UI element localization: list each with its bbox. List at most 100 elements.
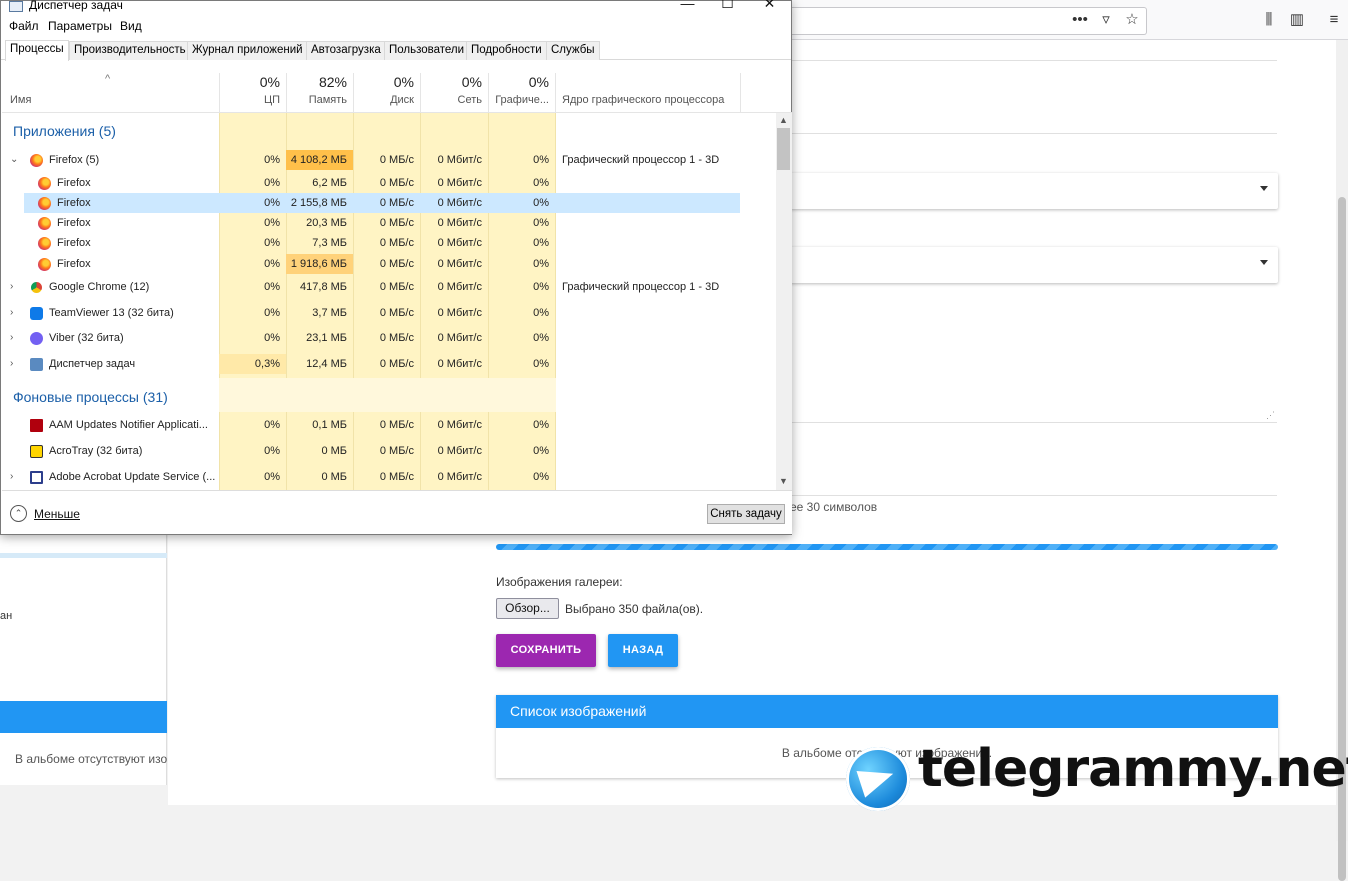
cpu-value: 0% [264,471,280,483]
table-row[interactable]: AAM Updates Notifier Applicati... 0% 0,1… [2,415,742,435]
network-value: 0 Мбит/с [437,177,482,189]
col-network[interactable]: 0% Сеть [420,73,488,113]
pocket-icon[interactable]: ▿ [1097,11,1115,29]
table-row[interactable]: › TeamViewer 13 (32 бита) 0% 3,7 МБ 0 МБ… [2,303,742,323]
minimize-button[interactable]: — [665,0,710,13]
expand-chevron-icon[interactable]: › [10,328,13,348]
scroll-up-icon[interactable]: ▲ [779,115,788,125]
resize-grip-icon[interactable]: ⋰ [1266,410,1275,421]
paper-plane-icon [856,760,898,798]
viber-icon [30,332,43,345]
tab-services[interactable]: Службы [546,41,600,60]
expand-chevron-icon[interactable]: › [10,277,13,297]
gpu-value: 0% [533,419,549,431]
table-row[interactable]: › Adobe Acrobat Update Service (... 0% 0… [2,467,742,487]
gpu-engine-value: Графический процессор 1 - 3D [562,281,720,293]
table-row[interactable]: › Диспетчер задач 0,3% 12,4 МБ 0 МБ/с 0 … [2,354,742,374]
expand-chevron-icon[interactable]: › [10,354,13,374]
process-name: Firefox [57,177,91,189]
save-button[interactable]: СОХРАНИТЬ [496,634,596,667]
acrotray-icon [30,445,43,458]
process-name: Firefox [57,237,91,249]
end-task-button[interactable]: Снять задачу [707,504,785,524]
fewer-details-link[interactable]: Меньше [34,507,80,521]
disk-value: 0 МБ/с [379,419,414,431]
tab-startup[interactable]: Автозагрузка [306,41,386,60]
table-row[interactable]: Firefox 0% 20,3 МБ 0 МБ/с 0 Мбит/с 0% [2,213,742,233]
back-button[interactable]: НАЗАД [608,634,678,667]
tab-app-history[interactable]: Журнал приложений [187,41,308,60]
table-row[interactable]: Firefox 0% 6,2 МБ 0 МБ/с 0 Мбит/с 0% [2,173,742,193]
table-row[interactable]: AcroTray (32 бита) 0% 0 МБ 0 МБ/с 0 Мбит… [2,441,742,461]
input-underline [790,495,1277,496]
tab-details[interactable]: Подробности [466,41,547,60]
memory-total: 82% [318,74,347,90]
expand-chevron-icon[interactable]: ⌄ [10,150,18,170]
network-value: 0 Мбит/с [437,154,482,166]
col-gpu[interactable]: 0% Графиче... [488,73,555,113]
group-separator [219,378,556,412]
browse-button[interactable]: Обзор... [496,598,559,619]
more-actions-icon[interactable]: ••• [1071,11,1089,29]
field-hint: ее 30 символов [790,500,878,514]
menu-options[interactable]: Параметры [48,19,112,33]
gpu-value: 0% [533,154,549,166]
adobe-icon [30,419,43,432]
telegram-logo-icon [846,747,910,811]
table-row-selected[interactable]: Firefox 0% 2 155,8 МБ 0 МБ/с 0 Мбит/с 0% [24,193,740,213]
cpu-value: 0% [264,237,280,249]
gpu-label: Графиче... [495,94,549,106]
process-name: Google Chrome (12) [49,281,150,293]
sidebar-icon[interactable]: ▥ [1288,11,1306,29]
memory-value: 20,3 МБ [306,217,347,229]
left-panel-empty-text: В альбоме отсутствуют изо [15,752,167,766]
page-scrollbar[interactable] [1336,40,1348,881]
menu-file[interactable]: Файл [9,19,39,33]
process-list[interactable]: Приложения (5) ⌄ Firefox (5) 0% 4 108,2 … [2,113,776,490]
col-memory[interactable]: 82% Память [286,73,353,113]
scrollbar-thumb[interactable] [777,128,790,170]
process-list-scrollbar[interactable]: ▲ ▼ [776,113,792,490]
menu-view[interactable]: Вид [120,19,142,33]
cpu-total: 0% [259,74,280,90]
left-panel-strip [0,553,167,558]
process-name: Adobe Acrobat Update Service (... [49,471,215,483]
network-value: 0 Мбит/с [437,281,482,293]
gpu-value: 0% [533,445,549,457]
select-dropdown-1[interactable] [790,173,1278,209]
group-background: Фоновые процессы (31) [13,389,168,405]
cpu-value: 0% [264,258,280,270]
expand-chevron-icon[interactable]: › [10,467,13,487]
close-button[interactable]: ✕ [747,0,792,13]
col-cpu[interactable]: 0% ЦП [219,73,286,113]
cpu-value: 0% [264,177,280,189]
bookmark-star-icon[interactable]: ☆ [1123,11,1141,29]
firefox-icon [38,258,51,271]
tab-users[interactable]: Пользователи [384,41,470,60]
col-name[interactable]: Имя [10,94,31,106]
table-row[interactable]: ⌄ Firefox (5) 0% 4 108,2 МБ 0 МБ/с 0 Мби… [2,150,742,170]
gpu-value: 0% [533,177,549,189]
network-value: 0 Мбит/с [437,217,482,229]
col-disk[interactable]: 0% Диск [353,73,420,113]
table-row[interactable]: › Google Chrome (12) 0% 417,8 МБ 0 МБ/с … [2,277,742,297]
table-row[interactable]: › Viber (32 бита) 0% 23,1 МБ 0 МБ/с 0 Мб… [2,328,742,348]
tab-processes[interactable]: Процессы [5,40,69,61]
library-icon[interactable]: ⫼ [1260,11,1278,29]
col-gpu-engine[interactable] [555,73,740,113]
tab-performance[interactable]: Производительность [69,41,191,60]
scroll-down-icon[interactable]: ▼ [779,476,788,486]
textarea-underline [790,422,1277,423]
select-dropdown-2[interactable] [790,247,1278,283]
title-bar[interactable]: Диспетчер задач — ☐ ✕ [1,0,792,15]
window-title: Диспетчер задач [29,0,123,12]
sort-up-icon: ^ [105,73,111,85]
maximize-button[interactable]: ☐ [705,0,750,13]
tab-bar: Процессы Производительность Журнал прило… [1,40,791,61]
expand-chevron-icon[interactable]: › [10,303,13,323]
chevron-up-icon[interactable]: ⌃ [10,505,27,522]
menu-icon[interactable]: ≡ [1325,11,1343,29]
table-row[interactable]: Firefox 0% 7,3 МБ 0 МБ/с 0 Мбит/с 0% [2,233,742,253]
url-bar[interactable] [785,7,1147,35]
table-row[interactable]: Firefox 0% 1 918,6 МБ 0 МБ/с 0 Мбит/с 0% [2,254,742,274]
